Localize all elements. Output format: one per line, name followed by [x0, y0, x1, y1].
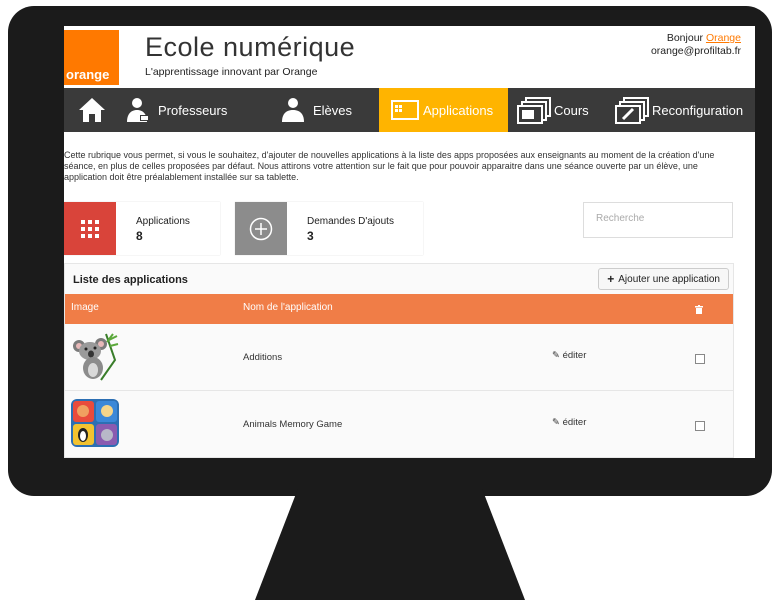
- koala-icon: [73, 333, 119, 381]
- teacher-icon: [127, 98, 149, 122]
- stat-value: 3: [307, 229, 314, 243]
- edit-label: éditer: [562, 417, 587, 428]
- edit-label: éditer: [562, 350, 587, 361]
- section-description: Cette rubrique vous permet, si vous le s…: [64, 150, 715, 182]
- nav-item-professeurs[interactable]: Professeurs: [126, 88, 227, 132]
- stat-demandes[interactable]: Demandes D'ajouts 3: [235, 202, 423, 255]
- nav-item-reconfiguration[interactable]: Reconfiguration: [614, 88, 743, 132]
- user-info: Bonjour Orange orange@profiltab.fr: [651, 32, 741, 58]
- page-header: orange Ecole numérique L'apprentissage i…: [64, 26, 755, 88]
- brand-subtitle: L'apprentissage innovant par Orange: [145, 66, 318, 78]
- add-button-label: Ajouter une application: [618, 273, 720, 285]
- pencil-icon: ✎: [552, 350, 560, 361]
- add-application-button[interactable]: + Ajouter une application: [598, 268, 729, 290]
- pencil-icon: ✎: [552, 417, 560, 428]
- stat-label: Demandes D'ajouts: [307, 216, 394, 227]
- column-name: Nom de l'application: [243, 302, 333, 313]
- user-name-link[interactable]: Orange: [706, 32, 741, 44]
- home-icon: [78, 98, 105, 122]
- stat-label: Applications: [136, 216, 190, 227]
- nav-label: Cours: [554, 102, 589, 118]
- app-screen: orange Ecole numérique L'apprentissage i…: [64, 26, 755, 458]
- plus-circle-icon: [249, 217, 273, 240]
- stat-value: 8: [136, 229, 143, 243]
- table-row[interactable]: Animals Memory Game ✎ éditer: [65, 391, 733, 458]
- brand-title: Ecole numérique: [145, 32, 356, 62]
- animals-memory-icon: [71, 399, 119, 447]
- column-image: Image: [71, 302, 99, 313]
- cours-icon: [517, 97, 551, 124]
- nav-label: Applications: [423, 102, 494, 118]
- panel-header: Liste des applications + Ajouter une app…: [65, 264, 733, 294]
- nav-item-eleves[interactable]: Elèves: [281, 88, 352, 132]
- user-email: orange@profiltab.fr: [650, 45, 741, 57]
- stat-icon-box: [64, 202, 116, 255]
- edit-link[interactable]: ✎ éditer: [552, 350, 586, 361]
- plus-icon: +: [607, 272, 615, 286]
- nav-item-cours[interactable]: Cours: [516, 88, 589, 132]
- greeting: Bonjour: [666, 32, 704, 44]
- nav-label: Elèves: [313, 102, 353, 118]
- reconfiguration-icon: [615, 97, 649, 124]
- row-checkbox[interactable]: [695, 421, 705, 431]
- app-name: Additions: [243, 352, 283, 363]
- grid-icon: [81, 219, 99, 238]
- main-nav: Professeurs Elèves Applications Cours Re…: [64, 88, 755, 132]
- trash-icon[interactable]: [695, 305, 703, 314]
- logo-text: orange: [66, 67, 110, 82]
- nav-label: Reconfiguration: [652, 102, 744, 118]
- edit-link[interactable]: ✎ éditer: [552, 417, 586, 428]
- nav-item-applications[interactable]: Applications: [379, 88, 508, 132]
- app-name: Animals Memory Game: [243, 419, 343, 430]
- monitor-stand: [255, 488, 525, 600]
- stat-applications[interactable]: Applications 8: [64, 202, 220, 255]
- table-row[interactable]: Additions ✎ éditer: [65, 324, 733, 391]
- applications-panel: Liste des applications + Ajouter une app…: [64, 263, 734, 458]
- applications-icon: [391, 100, 419, 120]
- search-input[interactable]: Recherche: [583, 202, 733, 238]
- row-checkbox[interactable]: [695, 354, 705, 364]
- student-icon: [282, 98, 304, 122]
- stat-icon-box: [235, 202, 287, 255]
- table-header: Image Nom de l'application: [65, 294, 733, 324]
- nav-label: Professeurs: [158, 102, 228, 118]
- panel-title: Liste des applications: [73, 274, 188, 286]
- nav-home[interactable]: [64, 88, 119, 132]
- orange-logo[interactable]: orange: [64, 30, 119, 85]
